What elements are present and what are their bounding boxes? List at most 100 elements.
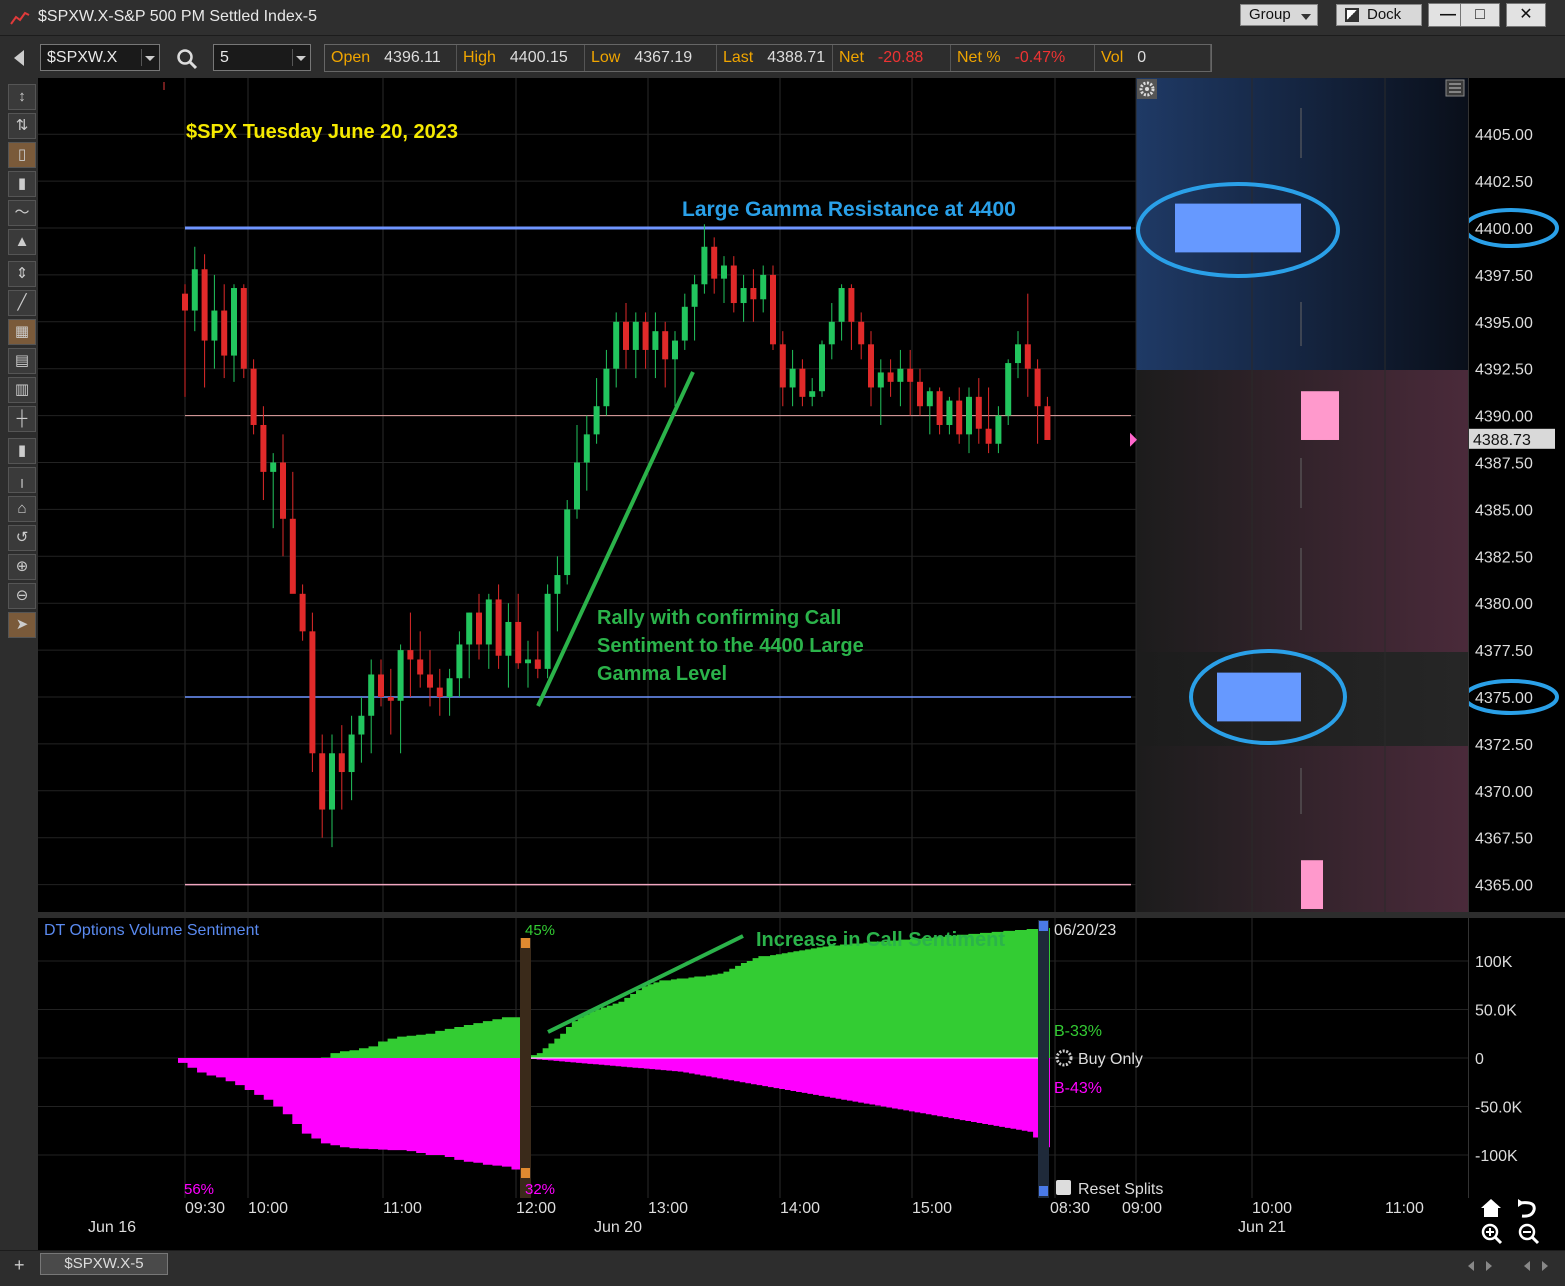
zoom-in-icon[interactable] [1481,1223,1503,1245]
candle[interactable] [691,274,698,341]
candle[interactable] [936,387,943,435]
candle[interactable] [975,378,982,444]
candle[interactable] [711,237,718,294]
candle[interactable] [299,584,306,641]
candle[interactable] [348,715,355,801]
candle[interactable] [525,640,531,688]
grid-icon[interactable]: ▦ [8,319,36,345]
ohlc-bar-icon[interactable]: ▮ [8,171,36,197]
pin-icon[interactable]: ╷ [8,467,36,493]
candle[interactable] [868,331,874,407]
candle[interactable] [427,650,433,707]
area-chart-icon[interactable]: ▲ [8,229,36,255]
candle[interactable] [1044,396,1051,440]
undo-icon[interactable] [1518,1199,1536,1218]
candle[interactable] [770,265,776,350]
candle[interactable] [466,612,473,679]
candle[interactable] [221,284,228,379]
candle[interactable] [593,378,600,444]
candle[interactable] [760,265,767,313]
candle[interactable] [564,500,571,585]
candle[interactable] [338,725,345,810]
candle[interactable] [397,644,404,754]
group-button[interactable]: Group [1240,4,1318,26]
candle[interactable] [250,359,257,435]
candle[interactable] [436,668,443,716]
candle[interactable] [1015,331,1021,379]
candle[interactable] [505,603,512,688]
back-arrow-icon[interactable] [14,50,24,66]
candle[interactable] [730,256,737,313]
candle[interactable] [446,668,453,716]
candle[interactable] [1034,359,1041,444]
candle[interactable] [858,312,865,360]
candle[interactable] [750,269,757,322]
chevron-down-icon[interactable] [292,49,308,66]
candle[interactable] [946,396,953,435]
candle[interactable] [387,668,394,735]
candle[interactable] [270,453,277,529]
gear-icon[interactable] [1137,79,1157,99]
cursor-arrows-icon[interactable]: ⇅ [8,113,36,139]
menu-icon[interactable] [1445,79,1465,97]
sentiment-indicator[interactable]: DT Options Volume Sentiment 45% 32% 56% 06/2… [38,918,1468,1198]
vertical-zoom-icon[interactable]: ⇕ [8,261,36,287]
table-alt-icon[interactable]: ▥ [8,377,36,403]
candle[interactable] [926,387,933,435]
zoom-in-icon[interactable]: ⊕ [8,554,36,580]
dock-button[interactable]: Dock [1336,4,1422,26]
price-axis[interactable]: 4405.00 4402.50 4400.00 4397.50 4395.00 4392.… [1468,78,1565,912]
candle[interactable] [260,406,267,501]
candle[interactable] [1005,359,1012,425]
candle[interactable] [995,406,1002,454]
candle[interactable] [583,415,590,491]
candle[interactable] [329,734,335,848]
candle[interactable] [799,359,806,407]
candle[interactable] [544,584,551,679]
candle[interactable] [201,254,208,388]
chart-tab[interactable]: $SPXW.X-5 [40,1253,168,1275]
candle[interactable] [838,284,845,341]
interval-select[interactable]: 5 [213,44,311,71]
sentiment-axis[interactable]: 100K 50.0K 0 -50.0K -100K [1468,918,1565,1198]
home-icon[interactable] [1481,1199,1501,1217]
candle[interactable] [554,556,561,632]
candle[interactable] [701,224,708,294]
marker-icon[interactable]: ▮ [8,438,36,464]
candle[interactable] [1024,293,1031,397]
table-icon[interactable]: ▤ [8,348,36,374]
candle[interactable] [603,349,610,416]
candle[interactable] [231,284,237,382]
candle[interactable] [985,387,992,454]
candle[interactable] [779,331,786,407]
candle[interactable] [956,387,963,444]
candle[interactable] [721,256,727,304]
split-marker[interactable] [520,938,531,1198]
chart-nav-icons[interactable] [1481,1199,1540,1245]
candle[interactable] [368,659,375,754]
candle[interactable] [211,274,218,369]
time-axis[interactable]: 09:30 10:00 11:00 12:00 13:00 14:00 15:00 08:30… [38,1198,1565,1250]
crosshair-icon[interactable]: ┼ [8,406,36,432]
candle[interactable] [809,378,816,407]
candle[interactable] [358,697,365,763]
candle[interactable] [407,612,414,697]
close-button[interactable]: ✕ [1506,3,1546,27]
candle[interactable] [789,349,796,407]
candle[interactable] [495,584,502,669]
reset-splits-button[interactable]: Reset Splits [1056,1180,1163,1198]
candle[interactable] [662,321,669,388]
undo-icon[interactable]: ↺ [8,525,36,551]
home-icon[interactable]: ⌂ [8,496,36,522]
candle[interactable] [309,612,316,773]
line-chart-icon[interactable]: 〜 [8,200,36,226]
symbol-input[interactable]: $SPXW.X [40,44,160,71]
candle[interactable] [456,631,463,697]
candle[interactable] [828,303,835,360]
candle[interactable] [182,284,188,397]
candle[interactable] [740,274,747,322]
candle[interactable] [534,631,541,679]
candle[interactable] [319,734,326,838]
crosshair-tool-icon[interactable]: ↕ [8,84,36,110]
tab-scroll-arrows[interactable] [1468,1259,1558,1273]
